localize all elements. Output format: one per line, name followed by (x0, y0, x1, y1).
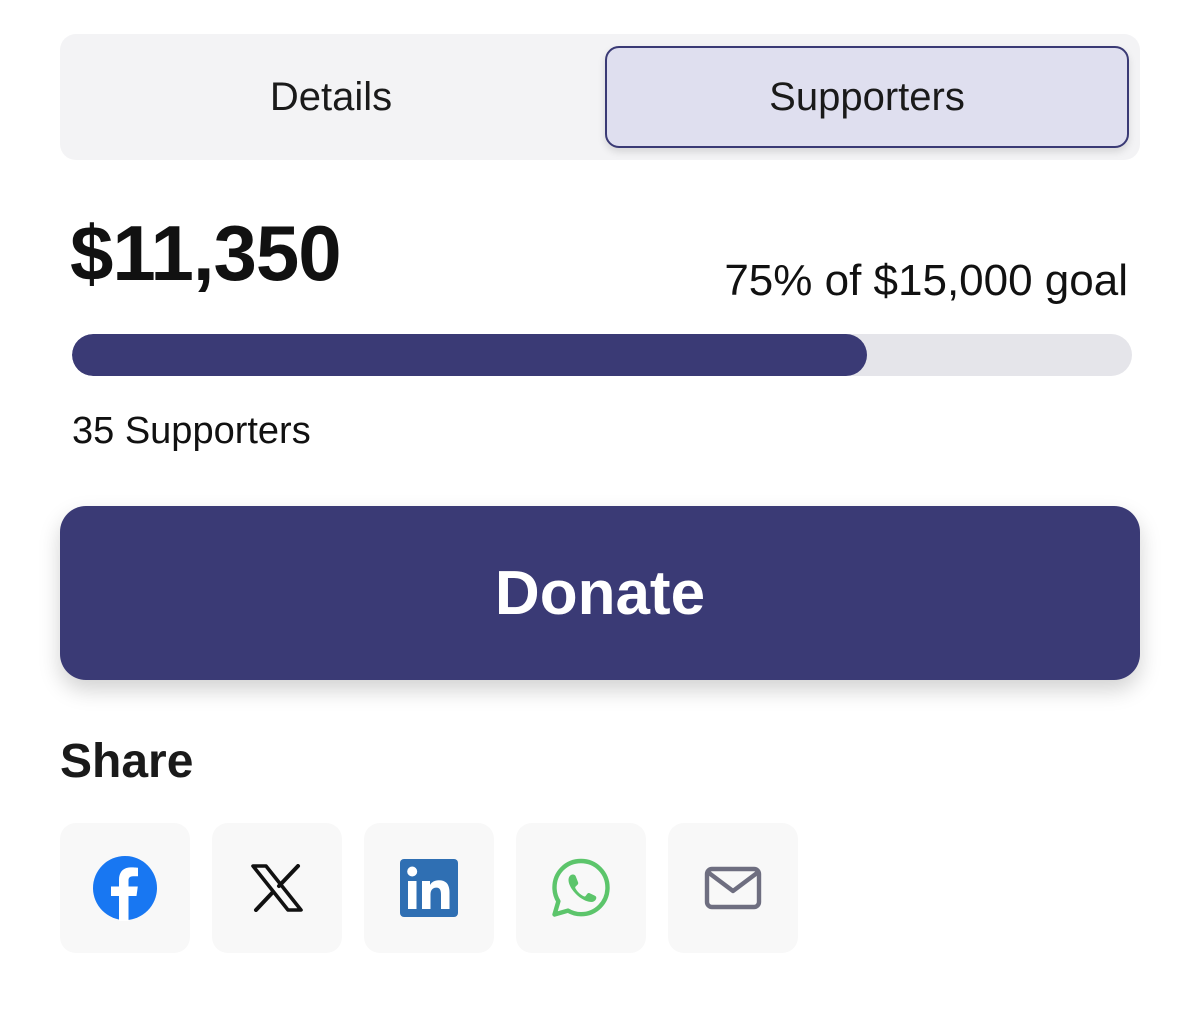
email-icon (704, 866, 762, 910)
share-x-button[interactable] (212, 823, 342, 953)
share-buttons (60, 823, 798, 953)
amount-raised: $11,350 (70, 209, 342, 297)
facebook-icon (93, 856, 157, 921)
share-heading: Share (60, 735, 194, 788)
tab-details[interactable]: Details (70, 46, 592, 148)
progress-bar (72, 334, 1132, 376)
share-whatsapp-button[interactable] (516, 823, 646, 953)
x-icon (251, 864, 303, 912)
whatsapp-icon (552, 858, 610, 917)
donate-button[interactable]: Donate (60, 506, 1140, 680)
progress-bar-fill (72, 334, 867, 376)
share-linkedin-button[interactable] (364, 823, 494, 953)
tab-supporters[interactable]: Supporters (605, 46, 1129, 148)
linkedin-icon (400, 859, 458, 917)
share-email-button[interactable] (668, 823, 798, 953)
supporters-count: 35 Supporters (72, 410, 311, 452)
share-facebook-button[interactable] (60, 823, 190, 953)
tab-bar: Details Supporters (60, 34, 1140, 160)
goal-progress-text: 75% of $15,000 goal (724, 256, 1128, 305)
